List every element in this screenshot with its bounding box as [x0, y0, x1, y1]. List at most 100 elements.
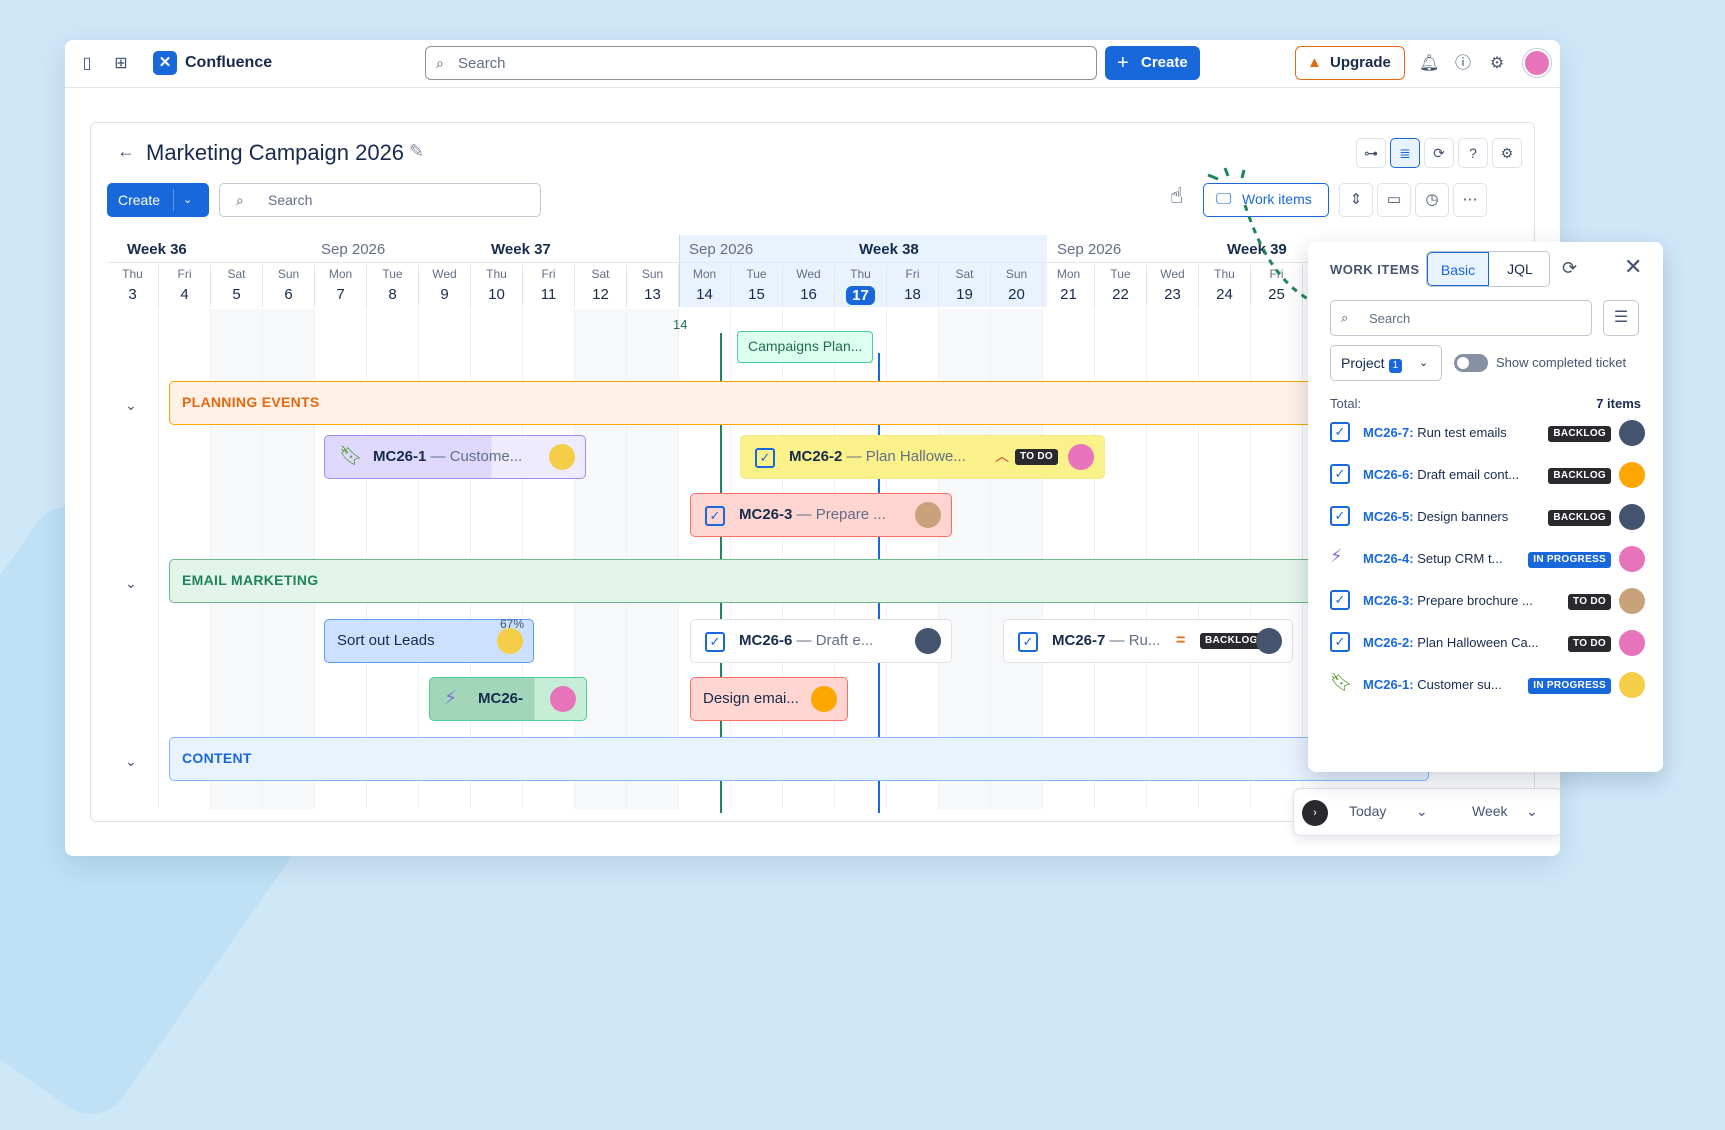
milestone-campaigns-plan[interactable]: Campaigns Plan... — [737, 331, 874, 363]
hierarchy-icon[interactable]: ⊶ — [1356, 138, 1386, 168]
search-icon: ⌕ — [236, 192, 244, 208]
checkbox-icon: ✓ — [1330, 464, 1350, 484]
collapse-chevron-icon[interactable]: ⌄ — [125, 397, 137, 414]
work-item-row[interactable]: ✓ MC26-6: Draft email cont... BACKLOG — [1330, 460, 1645, 490]
create-item-button[interactable]: Create ⌄ — [107, 183, 209, 217]
hand-cursor-icon: ☝︎ — [1170, 183, 1184, 208]
group-content[interactable]: CONTENT — [169, 737, 1429, 781]
day-number: 8 — [388, 286, 397, 303]
upgrade-button[interactable]: ▲ Upgrade — [1295, 46, 1405, 80]
top-navigation: ▯ ⊞ ✕ Confluence ⌕ Search + Create ▲ Upg… — [65, 40, 1560, 88]
work-item-row[interactable]: ✓ MC26-2: Plan Halloween Ca... TO DO — [1330, 628, 1645, 658]
grid-column — [107, 309, 159, 809]
work-item-row[interactable]: ⚡︎ MC26-4: Setup CRM t... IN PROGRESS — [1330, 544, 1645, 574]
day-number: 22 — [1112, 286, 1129, 303]
work-item-summary: Design banners — [1413, 509, 1509, 524]
work-item-key[interactable]: MC26-7: — [1363, 425, 1414, 440]
help-circle-icon[interactable]: ? — [1458, 138, 1488, 168]
chevron-down-icon[interactable]: ⌄ — [1416, 803, 1428, 820]
today-select[interactable]: Today — [1349, 803, 1386, 819]
day-header: Sun 13 — [627, 265, 679, 307]
timeline-search-placeholder: Search — [268, 192, 313, 208]
task-summary: — Plan Hallowe... — [846, 448, 966, 465]
assignee-avatar — [915, 502, 941, 528]
task-bar-mc26-6[interactable]: ✓ MC26-6 — Draft e... — [690, 619, 952, 663]
day-number: 16 — [800, 286, 817, 303]
work-item-row[interactable]: 🔖︎ MC26-1: Customer su... IN PROGRESS — [1330, 670, 1645, 700]
edit-pencil-icon[interactable]: ✎ — [409, 141, 424, 162]
work-item-row[interactable]: ✓ MC26-3: Prepare brochure ... TO DO — [1330, 586, 1645, 616]
back-arrow-icon[interactable]: ← — [117, 141, 135, 162]
confluence-logo-icon[interactable]: ✕ — [153, 51, 177, 75]
comments-icon[interactable]: ▭ — [1377, 183, 1411, 217]
work-item-key[interactable]: MC26-5: — [1363, 509, 1414, 524]
work-item-key[interactable]: MC26-1: — [1363, 677, 1414, 692]
day-name: Wed — [796, 267, 821, 281]
help-icon[interactable]: ⓘ — [1453, 54, 1473, 74]
sync-icon[interactable]: ⟳ — [1424, 138, 1454, 168]
history-clock-icon[interactable]: ◷ — [1415, 183, 1449, 217]
brand-name[interactable]: Confluence — [185, 54, 272, 72]
day-number: 11 — [540, 286, 557, 303]
checkbox-icon: ✓ — [1018, 620, 1038, 661]
timeline-grid: Week 36 Sep 2026 Week 37 Sep 2026 Week 3… — [107, 235, 1429, 815]
progress-percent: 67% — [500, 617, 525, 631]
panel-search-input[interactable]: ⌕ Search — [1330, 300, 1592, 336]
settings-gear-icon[interactable]: ⚙ — [1487, 54, 1507, 74]
work-item-row[interactable]: ✓ MC26-7: Run test emails BACKLOG — [1330, 418, 1645, 448]
timeline-search-input[interactable]: ⌕ Search — [219, 183, 541, 217]
app-switcher-icon[interactable]: ⊞ — [111, 54, 131, 74]
task-bar-mc26-2[interactable]: ✓ MC26-2 — Plan Hallowe... ︿ TO DO — [740, 435, 1105, 479]
status-badge: TO DO — [1568, 594, 1611, 610]
day-header: Thu 17 — [835, 265, 887, 307]
work-item-key[interactable]: MC26-6: — [1363, 467, 1414, 482]
day-header: Fri 4 — [159, 265, 211, 307]
filter-icon[interactable]: ☰ — [1603, 300, 1639, 336]
notifications-bell-icon[interactable]: 🔔︎ — [1419, 54, 1439, 74]
collapse-chevron-icon[interactable]: ⌄ — [125, 753, 137, 770]
task-bar-mc26-3[interactable]: ✓ MC26-3 — Prepare ... — [690, 493, 952, 537]
page-title: Marketing Campaign 2026 — [146, 140, 405, 165]
scale-select[interactable]: Week — [1472, 803, 1508, 819]
timeline-view-icon[interactable]: ≣ — [1390, 138, 1420, 168]
work-item-key[interactable]: MC26-3: — [1363, 593, 1414, 608]
project-filter-dropdown[interactable]: Project 1 ⌄ — [1330, 345, 1442, 381]
assignee-avatar — [1619, 588, 1645, 614]
work-item-key[interactable]: MC26-4: — [1363, 551, 1414, 566]
day-number: 14 — [696, 286, 713, 303]
tab-jql[interactable]: JQL — [1489, 252, 1549, 286]
status-badge: BACKLOG — [1200, 633, 1263, 649]
config-gear-icon[interactable]: ⚙ — [1492, 138, 1522, 168]
play-icon[interactable]: › — [1302, 800, 1328, 826]
group-planning-events[interactable]: PLANNING EVENTS — [169, 381, 1429, 425]
collapse-rows-icon[interactable]: ⇕ — [1339, 183, 1373, 217]
sidebar-toggle-icon[interactable]: ▯ — [77, 54, 97, 74]
close-icon[interactable]: ✕ — [1624, 254, 1642, 280]
work-items-button[interactable]: 🖵 Work items — [1203, 183, 1329, 217]
more-options-icon[interactable]: ⋯ — [1453, 183, 1487, 217]
month-label: Sep 2026 — [321, 241, 386, 258]
task-bar-mc26-7[interactable]: ✓ MC26-7 — Ru... = BACKLOG — [1003, 619, 1293, 663]
day-header: Tue 22 — [1095, 265, 1147, 307]
global-search-input[interactable]: ⌕ Search — [425, 46, 1097, 80]
user-avatar[interactable] — [1523, 49, 1551, 77]
refresh-icon[interactable]: ⟳ — [1562, 258, 1577, 279]
checkbox-icon: ✓ — [705, 494, 725, 535]
work-item-key[interactable]: MC26-2: — [1363, 635, 1414, 650]
global-create-button[interactable]: + Create — [1105, 46, 1200, 80]
group-email-marketing[interactable]: EMAIL MARKETING — [169, 559, 1429, 603]
day-header: Fri 11 — [523, 265, 575, 307]
task-bar-mc26-1[interactable]: 🔖︎ MC26-1 — Custome... — [324, 435, 586, 479]
chevron-down-icon[interactable]: ⌄ — [1526, 803, 1538, 820]
chevron-down-icon[interactable]: ⌄ — [183, 183, 192, 217]
task-bar-design-email[interactable]: Design emai... — [690, 677, 848, 721]
global-search-placeholder: Search — [458, 55, 506, 72]
today-date: 17 — [846, 286, 875, 305]
work-item-row[interactable]: ✓ MC26-5: Design banners BACKLOG — [1330, 502, 1645, 532]
week-label: Week 39 — [1227, 241, 1287, 258]
total-count: 7 items — [1596, 396, 1641, 411]
show-completed-toggle[interactable] — [1454, 354, 1488, 372]
tab-basic[interactable]: Basic — [1427, 252, 1489, 286]
collapse-chevron-icon[interactable]: ⌄ — [125, 575, 137, 592]
task-bar-mc26-4[interactable]: ⚡︎ MC26- — [429, 677, 587, 721]
